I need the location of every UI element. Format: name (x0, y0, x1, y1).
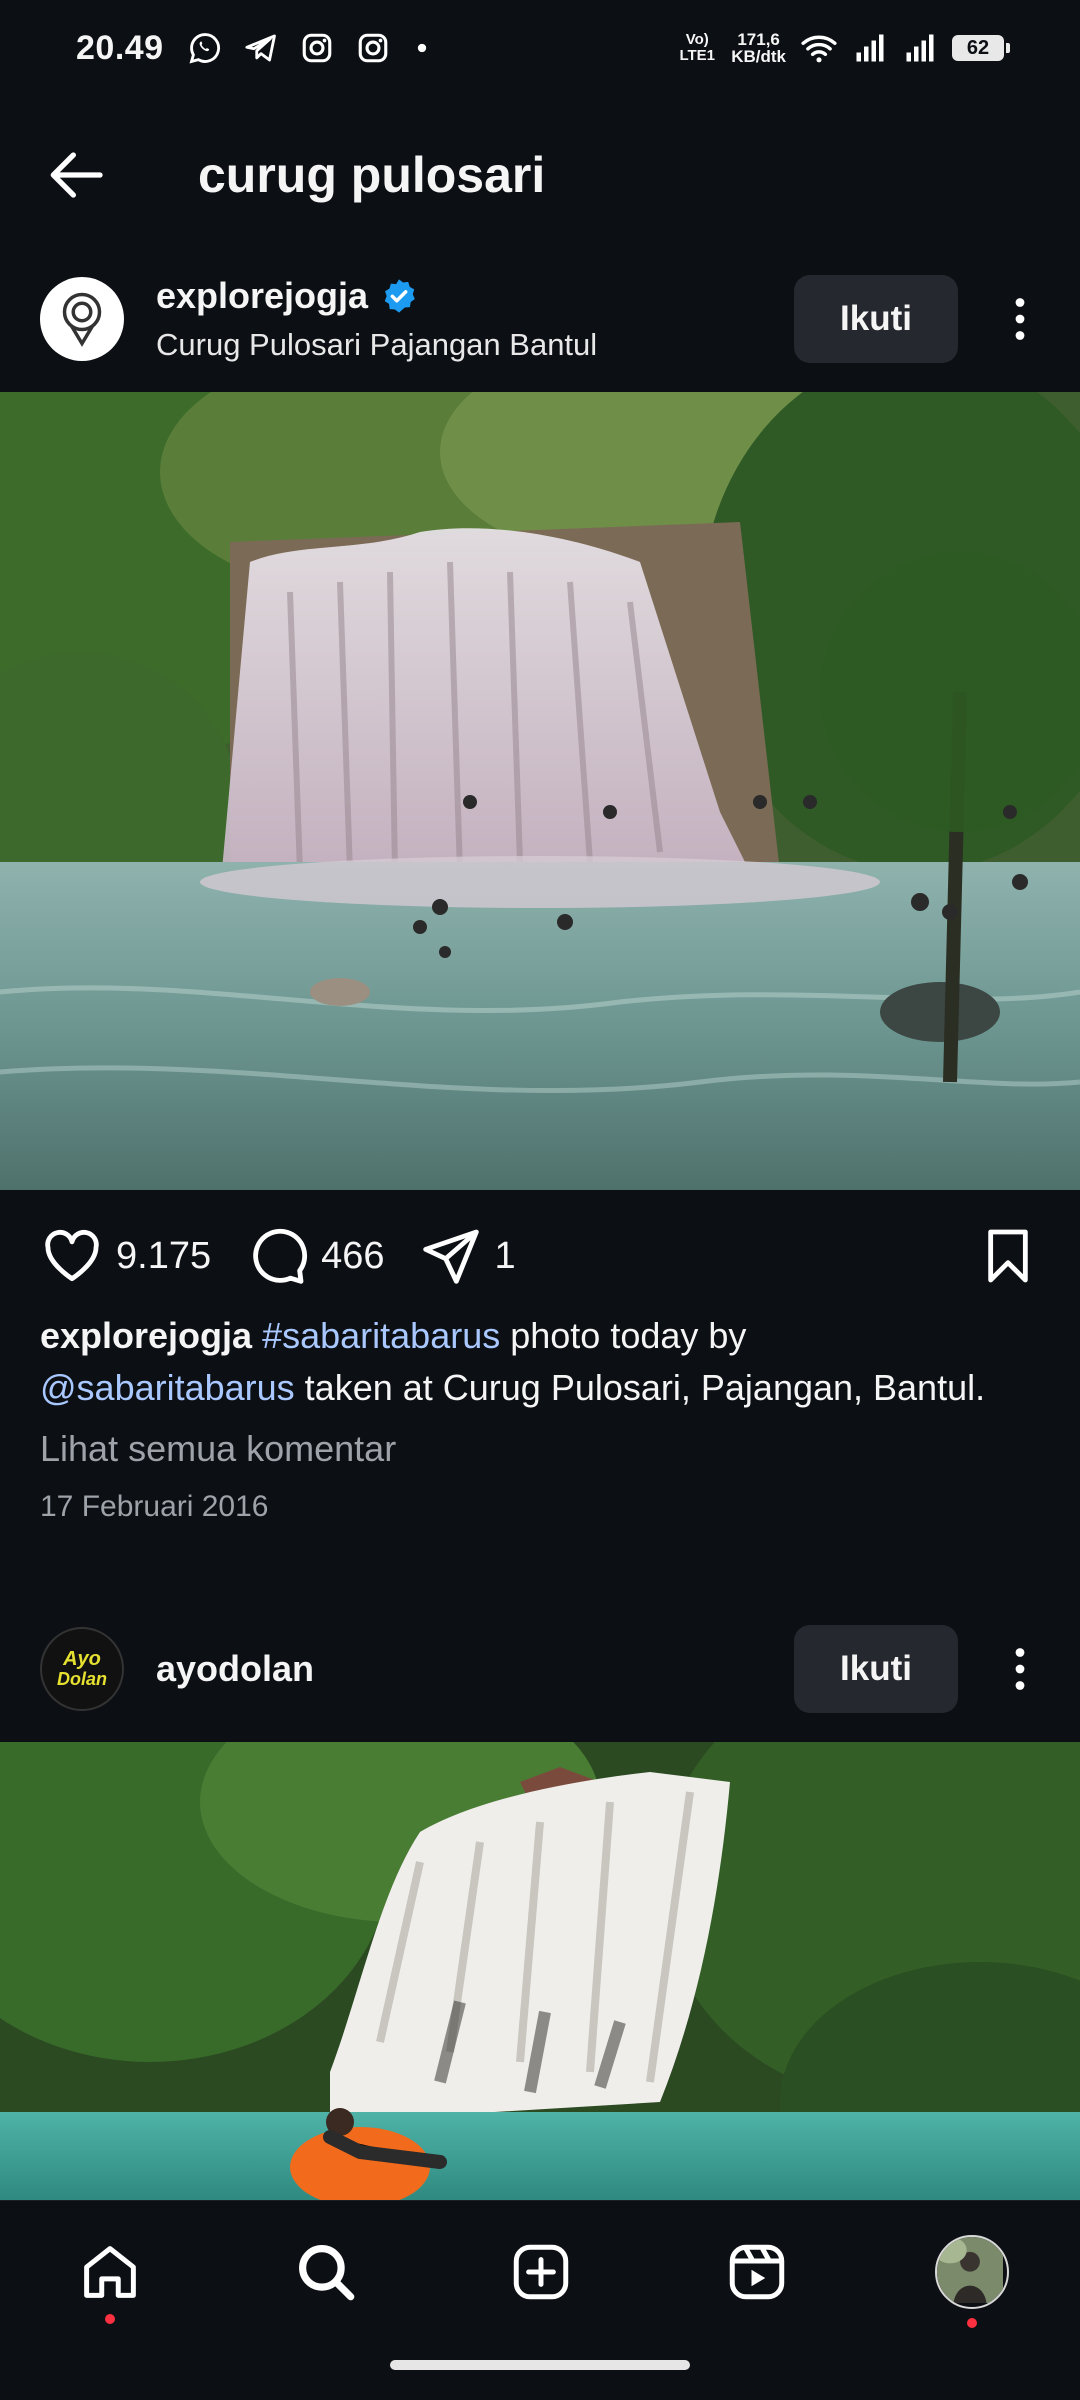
post-username[interactable]: ayodolan (156, 1648, 314, 1690)
share-button[interactable]: 1 (419, 1224, 516, 1288)
instagram-icon (358, 33, 387, 63)
profile-photo (937, 2237, 1003, 2303)
caption-text: photo today by (500, 1315, 747, 1356)
notification-dot (105, 2314, 115, 2324)
avatar-text: Dolan (56, 1669, 107, 1689)
caption-hashtag[interactable]: #sabaritabarus (262, 1315, 500, 1356)
more-options-button[interactable] (1000, 279, 1040, 359)
more-vertical-icon (1015, 1648, 1025, 1690)
back-button[interactable] (36, 135, 116, 215)
avatar[interactable]: Ayo Dolan (40, 1627, 124, 1711)
network-speed: 171,6 KB/dtk (731, 31, 786, 65)
page-title: curug pulosari (198, 147, 546, 203)
signal-icon (906, 34, 934, 62)
follow-button[interactable]: Ikuti (794, 1625, 958, 1713)
reels-icon (729, 2244, 784, 2300)
status-bar: 20.49 Vo) LTE1 171,6 KB/dtk 62 (0, 0, 1080, 96)
waterfall-photo (0, 392, 1080, 1190)
follow-button[interactable]: Ikuti (794, 275, 958, 363)
comment-icon (253, 1228, 308, 1284)
waterfall-photo (0, 1742, 1080, 2200)
comment-count[interactable]: 466 (321, 1235, 384, 1278)
nav-profile[interactable] (934, 2234, 1010, 2328)
speed-unit: KB/dtk (731, 47, 786, 66)
avatar-text: Ayo (63, 1648, 101, 1670)
like-button[interactable]: 9.175 (40, 1224, 211, 1288)
post-caption: explorejogja #sabaritabarus photo today … (40, 1310, 1040, 1414)
avatar[interactable] (40, 277, 124, 361)
nav-reels[interactable] (719, 2234, 795, 2310)
caption-text: taken at Curug Pulosari, Pajangan, Bantu… (294, 1367, 986, 1408)
post-author: ayodolan (156, 1648, 314, 1690)
wifi-icon (801, 35, 837, 63)
telegram-icon (245, 34, 276, 62)
status-right: Vo) LTE1 171,6 KB/dtk 62 (677, 29, 1010, 67)
share-count[interactable]: 1 (495, 1235, 516, 1278)
bottom-navigation (0, 2200, 1080, 2400)
network-type: Vo) LTE1 (679, 31, 715, 64)
nav-search[interactable] (288, 2234, 364, 2310)
explorejogja-logo-icon (62, 292, 102, 347)
whatsapp-icon (189, 33, 220, 64)
back-arrow-icon (50, 152, 103, 198)
dot-icon (417, 43, 426, 53)
post-date: 17 Februari 2016 (40, 1490, 269, 1523)
status-time: 20.49 (76, 28, 164, 67)
search-icon (298, 2245, 354, 2301)
username-text[interactable]: explorejogja (156, 275, 368, 317)
speed-value: 171,6 (737, 30, 780, 49)
bookmark-icon (988, 1229, 1028, 1283)
post-author: explorejogja Curug Pulosari Pajangan Ban… (156, 275, 597, 363)
nav-home[interactable] (72, 2234, 148, 2324)
caption-username[interactable]: explorejogja (40, 1315, 252, 1356)
more-options-button[interactable] (1000, 1629, 1040, 1709)
save-button[interactable] (976, 1224, 1040, 1288)
post-header: Ayo Dolan ayodolan Ikuti (0, 1604, 1080, 1734)
view-all-comments-link[interactable]: Lihat semua komentar (40, 1428, 396, 1470)
post-photo[interactable] (0, 1742, 1080, 2200)
post-username[interactable]: explorejogja (156, 275, 597, 317)
more-vertical-icon (1015, 298, 1025, 340)
home-icon (84, 2246, 136, 2298)
post-actions: 9.175 466 1 (0, 1206, 1080, 1306)
notification-dot (967, 2318, 977, 2328)
nav-create[interactable] (503, 2234, 579, 2310)
instagram-icon (302, 33, 331, 63)
page-header: curug pulosari (0, 120, 1080, 230)
signal-icon (856, 34, 884, 62)
create-icon (513, 2244, 569, 2300)
share-icon (422, 1229, 479, 1284)
post-header: explorejogja Curug Pulosari Pajangan Ban… (0, 254, 1080, 384)
post-photo[interactable] (0, 392, 1080, 1190)
post-location[interactable]: Curug Pulosari Pajangan Bantul (156, 327, 597, 363)
comment-button[interactable]: 466 (245, 1224, 385, 1288)
username-text[interactable]: ayodolan (156, 1648, 314, 1690)
caption-mention[interactable]: @sabaritabarus (40, 1367, 295, 1408)
notification-icons (188, 31, 432, 65)
home-indicator[interactable] (390, 2360, 690, 2370)
battery-indicator: 62 (952, 35, 1010, 61)
verified-badge-icon (384, 279, 415, 313)
heart-icon (45, 1229, 99, 1282)
profile-avatar (935, 2235, 1009, 2309)
like-count[interactable]: 9.175 (116, 1235, 211, 1278)
